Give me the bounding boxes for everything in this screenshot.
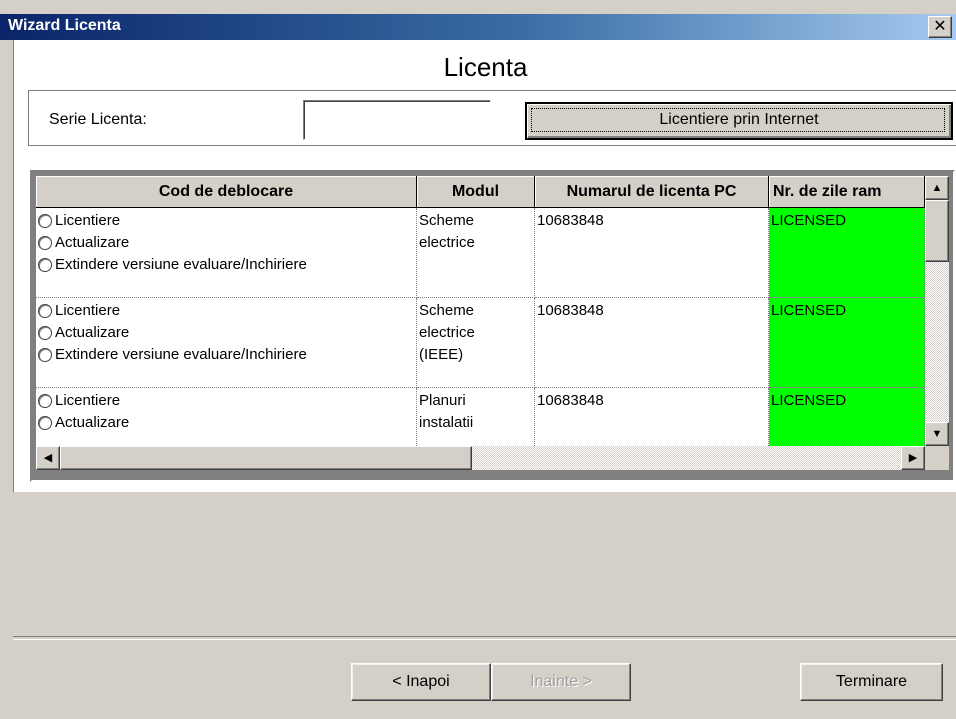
modul-text: electrice (419, 324, 475, 341)
modul-text: Planuri (419, 392, 466, 409)
arrow-left-icon: ◀ (43, 452, 53, 464)
modul-cell: Scheme electrice (IEEE) (417, 298, 535, 388)
column-header-modul[interactable]: Modul (417, 176, 535, 208)
radio-option[interactable]: Licentiere (38, 390, 414, 412)
serie-group: Serie Licenta: Licentiere prin Internet (28, 90, 956, 146)
table-row: Licentiere Actualizare Planuri instalati… (36, 388, 925, 446)
radio-button[interactable] (38, 416, 52, 430)
button-separator (13, 636, 956, 640)
radio-button[interactable] (38, 214, 52, 228)
arrow-down-icon: ▼ (931, 428, 943, 440)
license-number-cell: 10683848 (535, 298, 769, 388)
cod-cell: Licentiere Actualizare (36, 388, 417, 446)
focus-rectangle (531, 108, 945, 132)
column-header-cod[interactable]: Cod de deblocare (36, 176, 417, 208)
back-button[interactable]: < Inapoi (351, 663, 491, 701)
content-area: Licenta Serie Licenta: Licentiere prin I… (13, 40, 956, 719)
modul-text: (IEEE) (419, 346, 464, 363)
modul-cell: Planuri instalatii (417, 388, 535, 446)
table-row: Licentiere Actualizare Extindere versiun… (36, 298, 925, 388)
radio-label: Actualizare (55, 414, 130, 431)
radio-option[interactable]: Extindere versiune evaluare/Inchiriere (38, 254, 414, 276)
arrow-up-icon: ▲ (931, 182, 943, 194)
radio-option[interactable]: Actualizare (38, 322, 414, 344)
column-header-numar-licenta[interactable]: Numarul de licenta PC (535, 176, 769, 208)
days-status-cell: LICENSED (769, 388, 925, 446)
scrollbar-corner (925, 446, 949, 470)
scroll-left-button[interactable]: ◀ (36, 446, 60, 470)
scroll-up-button[interactable]: ▲ (925, 176, 949, 200)
radio-label: Licentiere (55, 302, 121, 319)
close-button[interactable]: ✕ (928, 16, 952, 38)
column-header-zile[interactable]: Nr. de zile ram (769, 176, 925, 208)
modul-cell: Scheme electrice (417, 208, 535, 298)
radio-option[interactable]: Licentiere (38, 300, 414, 322)
modul-text: electrice (419, 234, 475, 251)
radio-button[interactable] (38, 236, 52, 250)
radio-button[interactable] (38, 348, 52, 362)
licentiere-internet-button[interactable]: Licentiere prin Internet (525, 102, 953, 140)
serie-licenta-input[interactable] (303, 100, 491, 140)
license-number-cell: 10683848 (535, 388, 769, 446)
serie-label: Serie Licenta: (49, 111, 147, 128)
modul-text: instalatii (419, 414, 474, 431)
radio-label: Actualizare (55, 324, 130, 341)
radio-option[interactable]: Extindere versiune evaluare/Inchiriere (38, 344, 414, 366)
radio-button[interactable] (38, 326, 52, 340)
scroll-down-button[interactable]: ▼ (925, 422, 949, 446)
table-row: Licentiere Actualizare Extindere versiun… (36, 208, 925, 298)
close-icon: ✕ (933, 18, 947, 35)
radio-option[interactable]: Licentiere (38, 210, 414, 232)
radio-option[interactable]: Actualizare (38, 232, 414, 254)
days-status-cell: LICENSED (769, 298, 925, 388)
arrow-right-icon: ▶ (908, 452, 918, 464)
window-title: Wizard Licenta (8, 17, 121, 34)
radio-label: Licentiere (55, 212, 121, 229)
radio-button[interactable] (38, 304, 52, 318)
horizontal-scroll-thumb[interactable] (60, 446, 472, 470)
cod-cell: Licentiere Actualizare Extindere versiun… (36, 208, 417, 298)
radio-label: Extindere versiune evaluare/Inchiriere (55, 256, 307, 273)
days-status-cell: LICENSED (769, 208, 925, 298)
license-number-cell: 10683848 (535, 208, 769, 298)
license-grid: Cod de deblocare Modul Numarul de licent… (30, 170, 955, 482)
radio-label: Actualizare (55, 234, 130, 251)
license-panel: Licenta Serie Licenta: Licentiere prin I… (13, 40, 956, 492)
scroll-right-button[interactable]: ▶ (901, 446, 925, 470)
radio-button[interactable] (38, 394, 52, 408)
page-title: Licenta (443, 52, 528, 82)
modul-text: Scheme (419, 212, 475, 229)
radio-option[interactable]: Actualizare (38, 412, 414, 434)
finish-button[interactable]: Terminare (800, 663, 943, 701)
wizard-window: Wizard Licenta ✕ Licenta Serie Licenta: … (0, 0, 956, 719)
title-bar: Wizard Licenta ✕ (0, 14, 956, 40)
cod-cell: Licentiere Actualizare Extindere versiun… (36, 298, 417, 388)
vertical-scrollbar[interactable]: ▲ ▼ (925, 176, 949, 446)
next-button[interactable]: Inainte > (491, 663, 631, 701)
modul-text: Scheme (419, 302, 475, 319)
radio-label: Licentiere (55, 392, 121, 409)
radio-label: Extindere versiune evaluare/Inchiriere (55, 346, 307, 363)
grid-viewport: Cod de deblocare Modul Numarul de licent… (36, 176, 925, 446)
radio-button[interactable] (38, 258, 52, 272)
horizontal-scrollbar[interactable]: ◀ ▶ (36, 446, 925, 470)
vertical-scroll-thumb[interactable] (925, 200, 949, 262)
